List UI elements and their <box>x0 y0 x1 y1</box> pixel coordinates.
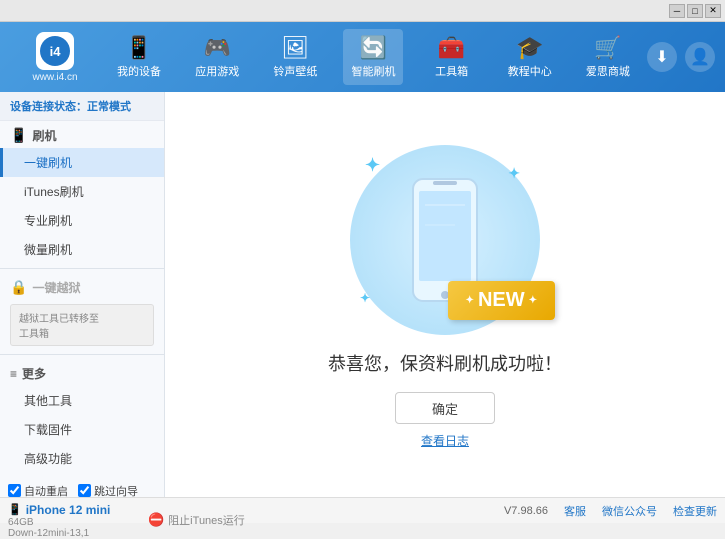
sparkle-3: ✦ <box>360 291 370 305</box>
smart-flash-icon: 🔄 <box>360 35 387 61</box>
pro-flash-label: 专业刷机 <box>24 214 72 228</box>
sidebar-item-advanced[interactable]: 高级功能 <box>0 444 164 473</box>
sidebar-item-other-tools[interactable]: 其他工具 <box>0 386 164 415</box>
stop-itunes: ⛔ 阻止iTunes运行 <box>148 512 245 528</box>
content-area: ✦ ✦ ✦ NEW 恭喜您，保资料刷机成功啦！ 确定 查看日志 <box>165 92 725 497</box>
nav-tutorial[interactable]: 🎓 教程中心 <box>500 29 560 85</box>
jailbreak-notice: 越狱工具已转移至工具箱 <box>10 304 154 346</box>
device-name: iPhone 12 mini <box>26 503 111 517</box>
auto-restart-label: 自动重启 <box>24 483 68 499</box>
divider-2 <box>0 354 164 355</box>
auto-restart-input[interactable] <box>8 484 21 497</box>
toolbox-icon: 🧰 <box>438 35 465 61</box>
nav-my-device[interactable]: 📱 我的设备 <box>109 29 169 85</box>
jailbreak-section-label: 🔒 一键越狱 <box>0 273 164 300</box>
stop-itunes-icon: ⛔ <box>148 512 164 528</box>
tutorial-icon: 🎓 <box>516 35 543 61</box>
flash-section-label: 📱 刷机 <box>0 121 164 148</box>
nav-shop-label: 爱思商城 <box>586 63 630 79</box>
my-device-icon: 📱 <box>125 35 152 61</box>
main-wrapper: 设备连接状态：正常模式 📱 刷机 一键刷机 iTunes刷机 专业刷机 微量刷机… <box>0 92 725 497</box>
nav-my-device-label: 我的设备 <box>117 63 161 79</box>
flash-section-icon: 📱 <box>10 127 27 144</box>
new-ribbon: NEW <box>448 281 555 320</box>
maximize-button[interactable]: □ <box>687 4 703 18</box>
download-firmware-label: 下载固件 <box>24 423 72 437</box>
logo-icon: i4 <box>36 32 74 70</box>
status-value: 正常模式 <box>87 101 131 113</box>
nav-tutorial-label: 教程中心 <box>508 63 552 79</box>
try-again-link[interactable]: 查看日志 <box>421 432 469 449</box>
nav-apps-games-label: 应用游戏 <box>195 63 239 79</box>
wechat-official-link[interactable]: 微信公众号 <box>602 503 657 519</box>
nav-apps-games[interactable]: 🎮 应用游戏 <box>187 29 247 85</box>
version-text: V7.98.66 <box>504 505 548 517</box>
nav-wallpaper[interactable]: 🖼 铃声壁纸 <box>265 29 325 85</box>
check-update-link[interactable]: 检查更新 <box>673 503 717 519</box>
stop-itunes-label: 阻止iTunes运行 <box>168 512 245 528</box>
logo-url: www.i4.cn <box>32 72 77 83</box>
flash-section-text: 刷机 <box>32 127 56 144</box>
skip-wizard-input[interactable] <box>78 484 91 497</box>
bottom-right: V7.98.66 客服 微信公众号 检查更新 <box>504 503 717 519</box>
device-storage: 64GB <box>8 517 138 528</box>
status-bar: 设备连接状态：正常模式 <box>0 92 164 121</box>
title-bar: ─ □ ✕ <box>0 0 725 22</box>
advanced-label: 高级功能 <box>24 452 72 466</box>
skip-wizard-checkbox[interactable]: 跳过向导 <box>78 483 138 499</box>
window-controls: ─ □ ✕ <box>669 4 721 18</box>
nav-bar: 📱 我的设备 🎮 应用游戏 🖼 铃声壁纸 🔄 智能刷机 🧰 工具箱 🎓 教程中心… <box>100 29 647 85</box>
sidebar-item-download-firmware[interactable]: 下载固件 <box>0 415 164 444</box>
jailbreak-label: 一键越狱 <box>32 279 80 296</box>
apps-games-icon: 🎮 <box>204 35 231 61</box>
header-right: ⬇ 👤 <box>647 42 715 72</box>
close-button[interactable]: ✕ <box>705 4 721 18</box>
bottom-bar: 自动重启 跳过向导 📱 iPhone 12 mini 64GB Down-12m… <box>0 497 725 523</box>
one-click-flash-label: 一键刷机 <box>24 156 72 170</box>
skip-wizard-label: 跳过向导 <box>94 483 138 499</box>
itunes-flash-label: iTunes刷机 <box>24 185 84 199</box>
minimize-button[interactable]: ─ <box>669 4 685 18</box>
sparkle-1: ✦ <box>365 155 380 176</box>
nav-wallpaper-label: 铃声壁纸 <box>273 63 317 79</box>
sidebar-item-pro-flash[interactable]: 专业刷机 <box>0 206 164 235</box>
download-button[interactable]: ⬇ <box>647 42 677 72</box>
more-section-text: 更多 <box>22 365 46 382</box>
divider-1 <box>0 268 164 269</box>
device-firmware: Down-12mini-13,1 <box>8 528 138 539</box>
tiny-flash-label: 微量刷机 <box>24 243 72 257</box>
device-icon: 📱 <box>8 503 22 516</box>
shop-icon: 🛒 <box>594 35 621 61</box>
wallpaper-icon: 🖼 <box>281 35 309 61</box>
device-info: 📱 iPhone 12 mini 64GB Down-12mini-13,1 <box>8 503 138 539</box>
nav-smart-flash[interactable]: 🔄 智能刷机 <box>343 29 403 85</box>
success-text: 恭喜您，保资料刷机成功啦！ <box>328 350 562 376</box>
nav-toolbox-label: 工具箱 <box>435 63 468 79</box>
auto-restart-checkbox[interactable]: 自动重启 <box>8 483 68 499</box>
sidebar-item-itunes-flash[interactable]: iTunes刷机 <box>0 177 164 206</box>
other-tools-label: 其他工具 <box>24 394 72 408</box>
illustration: ✦ ✦ ✦ NEW <box>345 140 545 340</box>
jailbreak-icon: 🔒 <box>10 279 27 296</box>
sparkle-2: ✦ <box>508 165 520 182</box>
nav-toolbox[interactable]: 🧰 工具箱 <box>422 29 482 85</box>
svg-text:i4: i4 <box>50 44 62 59</box>
header: i4 www.i4.cn 📱 我的设备 🎮 应用游戏 🖼 铃声壁纸 🔄 智能刷机… <box>0 22 725 92</box>
more-section-label: ≡ 更多 <box>0 359 164 386</box>
sidebar-item-one-click-flash[interactable]: 一键刷机 <box>0 148 164 177</box>
nav-smart-flash-label: 智能刷机 <box>351 63 395 79</box>
sidebar: 设备连接状态：正常模式 📱 刷机 一键刷机 iTunes刷机 专业刷机 微量刷机… <box>0 92 165 497</box>
logo-area: i4 www.i4.cn <box>10 32 100 83</box>
jailbreak-notice-text: 越狱工具已转移至工具箱 <box>19 314 99 340</box>
user-button[interactable]: 👤 <box>685 42 715 72</box>
status-label: 设备连接状态： <box>10 101 87 113</box>
confirm-button[interactable]: 确定 <box>395 392 495 424</box>
nav-shop[interactable]: 🛒 爱思商城 <box>578 29 638 85</box>
more-section-icon: ≡ <box>10 367 17 381</box>
sidebar-item-tiny-flash[interactable]: 微量刷机 <box>0 235 164 264</box>
customer-service-link[interactable]: 客服 <box>564 503 586 519</box>
